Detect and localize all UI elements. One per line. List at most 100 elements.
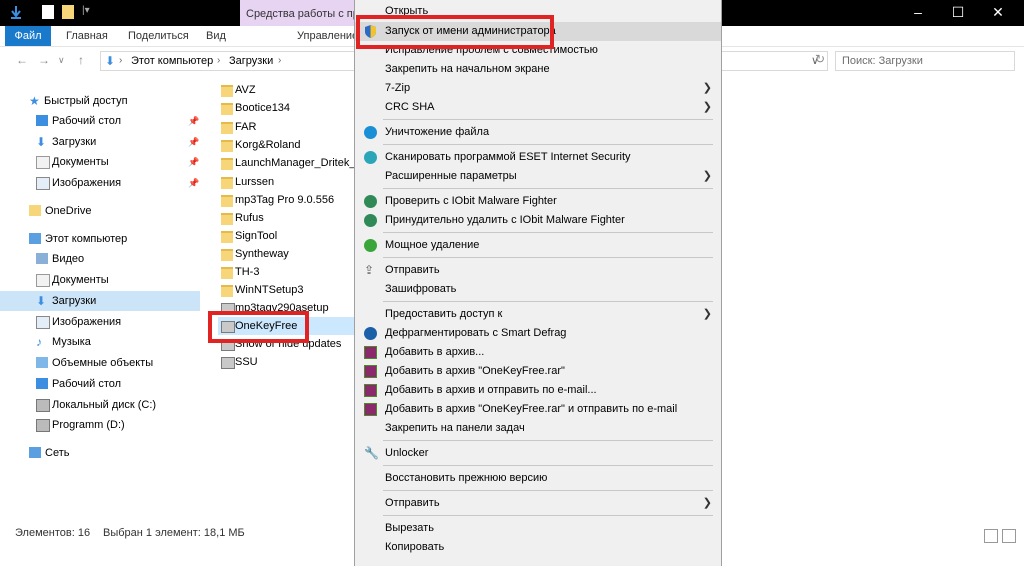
tab-view[interactable]: Вид (206, 26, 226, 46)
pictures-icon (36, 316, 50, 329)
file-item[interactable]: Bootice134 (218, 99, 358, 117)
sidebar-item-pc-documents[interactable]: Документы (0, 270, 200, 290)
file-item[interactable]: mp3Tag Pro 9.0.556 (218, 191, 358, 209)
menu-item-copy[interactable]: Копировать (355, 538, 721, 557)
sidebar-item-this-pc[interactable]: Этот компьютер (0, 229, 200, 249)
minimize-button[interactable]: – (898, 0, 938, 26)
folder-icon (221, 213, 233, 225)
sidebar-item-3d-objects[interactable]: Объемные объекты (0, 353, 200, 373)
menu-item-crc-sha[interactable]: CRC SHA ❯ (355, 98, 721, 117)
highlight-box (208, 311, 309, 343)
menu-separator (383, 144, 713, 145)
breadcrumb-this-pc[interactable]: Этот компьютер (131, 55, 213, 67)
sidebar-item-desktop[interactable]: Рабочий стол 📌 (0, 111, 200, 131)
tools-tab[interactable]: Средства работы с прил (240, 0, 358, 26)
file-item[interactable]: SSU (218, 353, 358, 371)
sidebar-item-network[interactable]: Сеть (0, 443, 200, 463)
menu-item-restore-version[interactable]: Восстановить прежнюю версию (355, 469, 721, 488)
file-item[interactable]: Syntheway (218, 245, 358, 263)
new-folder-icon[interactable] (62, 5, 74, 19)
sidebar-item-onedrive[interactable]: OneDrive (0, 201, 200, 221)
forward-arrow-icon[interactable]: → (38, 53, 50, 67)
sidebar-item-drive-d[interactable]: Programm (D:) (0, 415, 200, 435)
menu-item-archive-rar-email[interactable]: Добавить в архив "OneKeyFree.rar" и отпр… (355, 400, 721, 419)
menu-item-share[interactable]: ⇪ Отправить (355, 261, 721, 280)
menu-item-cut[interactable]: Вырезать (355, 519, 721, 538)
refresh-icon[interactable]: ↻ (815, 52, 825, 66)
menu-item-smart-defrag[interactable]: Дефрагментировать с Smart Defrag (355, 324, 721, 343)
tab-home[interactable]: Главная (66, 26, 108, 46)
file-item[interactable]: WinNTSetup3 (218, 281, 358, 299)
menu-item-pin-taskbar[interactable]: Закрепить на панели задач (355, 419, 721, 438)
status-bar: Элементов: 16 Выбран 1 элемент: 18,1 МБ (0, 520, 354, 546)
file-item[interactable]: AVZ (218, 81, 358, 99)
menu-item-advanced[interactable]: Расширенные параметры ❯ (355, 167, 721, 186)
sidebar-item-music[interactable]: ♪ Музыка (0, 332, 200, 352)
breadcrumb-separator-icon: › (278, 55, 282, 66)
menu-item-archive-email[interactable]: Добавить в архив и отправить по e-mail..… (355, 381, 721, 400)
power-delete-icon (364, 239, 377, 252)
menu-separator (383, 301, 713, 302)
tab-share[interactable]: Поделиться (128, 26, 189, 46)
menu-item-pin-start[interactable]: Закрепить на начальном экране (355, 60, 721, 79)
up-arrow-icon[interactable]: ↑ (78, 53, 84, 67)
large-icons-view-icon[interactable] (1002, 529, 1016, 543)
menu-item-shred[interactable]: Уничтожение файла (355, 123, 721, 142)
properties-icon[interactable] (42, 5, 54, 19)
maximize-button[interactable]: ☐ (938, 0, 978, 26)
menu-item-add-archive-rar[interactable]: Добавить в архив "OneKeyFree.rar" (355, 362, 721, 381)
pictures-icon (36, 177, 50, 190)
pin-icon[interactable]: 📌 (188, 111, 199, 131)
pin-icon[interactable]: 📌 (188, 152, 199, 172)
pin-icon[interactable]: 📌 (188, 132, 199, 152)
menu-item-iobit-remove[interactable]: Принудительно удалить с IObit Malware Fi… (355, 211, 721, 230)
submenu-arrow-icon: ❯ (702, 101, 712, 113)
folder-icon (221, 231, 233, 243)
menu-item-power-delete[interactable]: Мощное удаление (355, 236, 721, 255)
menu-item-unlocker[interactable]: 🔧 Unlocker (355, 444, 721, 463)
search-input[interactable]: Поиск: Загрузки (835, 51, 1015, 71)
status-item-count: Элементов: 16 (15, 527, 91, 539)
sidebar-item-videos[interactable]: Видео (0, 249, 200, 269)
sidebar-item-documents[interactable]: Документы 📌 (0, 152, 200, 172)
menu-item-7zip[interactable]: 7-Zip ❯ (355, 79, 721, 98)
file-item[interactable]: Korg&Roland (218, 136, 358, 154)
sidebar-item-pictures[interactable]: Изображения 📌 (0, 173, 200, 193)
computer-icon (29, 233, 41, 244)
tab-file[interactable]: Файл (5, 26, 51, 46)
breadcrumb-separator-icon: › (119, 55, 123, 66)
file-item[interactable]: SignTool (218, 227, 358, 245)
history-chevron-icon[interactable]: ∨ (58, 55, 65, 66)
sidebar-item-downloads[interactable]: ⬇ Загрузки 📌 (0, 132, 200, 152)
sidebar-item-pc-pictures[interactable]: Изображения (0, 312, 200, 332)
downloads-arrow-icon: ⬇ (105, 54, 116, 68)
breadcrumb-downloads[interactable]: Загрузки (229, 55, 273, 67)
file-item[interactable]: Lurssen (218, 173, 358, 191)
file-item[interactable]: Rufus (218, 209, 358, 227)
sidebar-item-pc-desktop[interactable]: Рабочий стол (0, 374, 200, 394)
file-item[interactable]: LaunchManager_Dritek_5. (218, 154, 358, 172)
menu-separator (383, 465, 713, 466)
sidebar-item-pc-downloads[interactable]: ⬇ Загрузки (0, 291, 200, 311)
file-item[interactable]: FAR (218, 118, 358, 136)
folder-icon (221, 85, 233, 97)
folder-icon (221, 249, 233, 261)
folder-icon (29, 205, 41, 216)
file-item[interactable]: TH-3 (218, 263, 358, 281)
sidebar-item-drive-c[interactable]: Локальный диск (C:) (0, 395, 200, 415)
sidebar-item-quick-access[interactable]: ★ Быстрый доступ (0, 91, 200, 111)
customize-toolbar-icon[interactable]: |▾ (82, 5, 94, 19)
menu-item-add-archive[interactable]: Добавить в архив... (355, 343, 721, 362)
menu-item-encrypt[interactable]: Зашифровать (355, 280, 721, 299)
menu-item-send-to[interactable]: Отправить ❯ (355, 494, 721, 513)
pin-icon[interactable]: 📌 (188, 173, 199, 193)
menu-item-iobit-scan[interactable]: Проверить с IObit Malware Fighter (355, 192, 721, 211)
tab-manage[interactable]: Управление (297, 26, 358, 46)
menu-item-give-access[interactable]: Предоставить доступ к ❯ (355, 305, 721, 324)
quick-access-icon[interactable] (10, 5, 22, 19)
details-view-icon[interactable] (984, 529, 998, 543)
folder-icon (221, 267, 233, 279)
close-button[interactable]: ✕ (978, 0, 1018, 26)
menu-item-eset-scan[interactable]: Сканировать программой ESET Internet Sec… (355, 148, 721, 167)
back-arrow-icon[interactable]: ← (16, 53, 28, 67)
